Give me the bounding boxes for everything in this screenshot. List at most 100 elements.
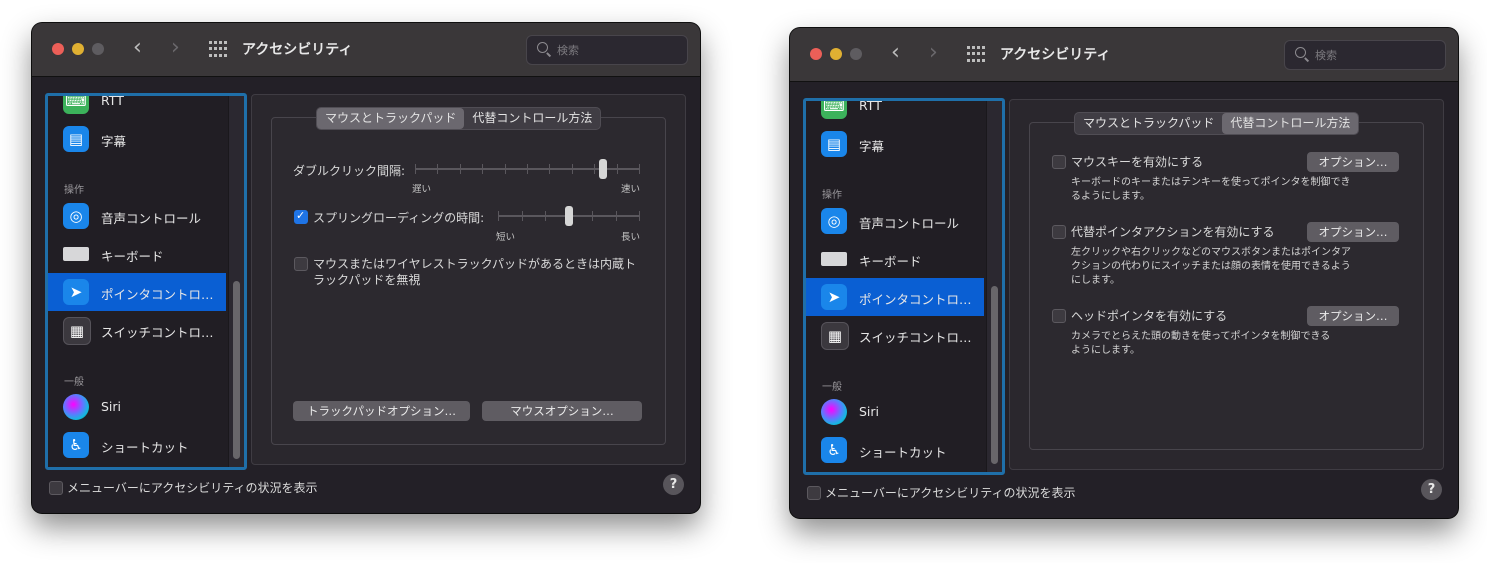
help-button[interactable]: ?	[663, 474, 684, 495]
minimize-window-button[interactable]	[830, 48, 842, 60]
search-placeholder: 検索	[1315, 49, 1337, 62]
mouse-keys-checkbox[interactable]	[1052, 155, 1066, 169]
spring-loading-slider-knob[interactable]	[565, 206, 573, 226]
sidebar-item-pointer-control[interactable]: ➤ ポインタコントロ…	[48, 273, 226, 311]
search-field[interactable]: 検索	[1284, 40, 1446, 70]
slider-tick	[415, 164, 416, 174]
sidebar-scrollbar[interactable]	[228, 96, 244, 467]
double-click-label: ダブルクリック間隔:	[293, 164, 406, 178]
alt-pointer-desc-line1: 左クリックや右クリックなどのマウスボタンまたはポインタア	[1071, 247, 1351, 258]
sidebar-item-pointer-control[interactable]: ➤ ポインタコントロ…	[806, 278, 984, 316]
slider-tick	[639, 211, 640, 221]
slider-tick	[545, 211, 546, 221]
sidebar-item-siri[interactable]: Siri	[48, 388, 226, 426]
double-click-slider[interactable]	[415, 159, 640, 179]
pointer-control-icon: ➤	[63, 279, 89, 305]
sidebar-item-voice-control[interactable]: ◎ 音声コントロール	[806, 202, 984, 240]
slider-tick	[527, 164, 528, 174]
mouse-options-button[interactable]: マウスオプション…	[482, 401, 642, 421]
sidebar-item-keyboard[interactable]: キーボード	[48, 235, 226, 273]
tab-selector: マウスとトラックパッド 代替コントロール方法	[1074, 112, 1360, 135]
alt-pointer-options-button[interactable]: オプション…	[1307, 222, 1399, 242]
double-click-fast-label: 速い	[621, 184, 641, 195]
captions-icon: ▤	[821, 131, 847, 157]
sidebar-item-shortcut[interactable]: ♿ ショートカット	[48, 426, 226, 464]
sidebar-item-captions[interactable]: ▤ 字幕	[48, 120, 226, 158]
sidebar-item-label: スイッチコントロ…	[859, 330, 972, 345]
trackpad-options-button[interactable]: トラックパッドオプション…	[293, 401, 470, 421]
zoom-window-button[interactable]	[850, 48, 862, 60]
slider-tick	[617, 164, 618, 174]
sidebar-item-keyboard[interactable]: キーボード	[806, 240, 984, 278]
window-title: アクセシビリティ	[1000, 47, 1111, 63]
head-pointer-desc-line1: カメラでとらえた頭の動きを使ってポインタを制御できる	[1071, 331, 1331, 342]
sidebar-scrollbar[interactable]	[986, 101, 1002, 472]
sidebar-item-label: ショートカット	[101, 440, 189, 455]
sidebar-item-switch-control[interactable]: ▦ スイッチコントロ…	[48, 311, 226, 349]
sidebar-item-captions[interactable]: ▤ 字幕	[806, 125, 984, 163]
show-all-grid-icon[interactable]	[967, 46, 985, 63]
search-icon	[537, 42, 548, 53]
zoom-window-button[interactable]	[92, 43, 104, 55]
slider-tick	[592, 211, 593, 221]
preferences-window-alt-control-tab: ‹ › アクセシビリティ 検索 ⌨ RTT ▤ 字幕 操作 ◎ 音声コントロール…	[790, 28, 1458, 518]
tab-alt-control[interactable]: 代替コントロール方法	[464, 108, 600, 129]
forward-arrow-icon[interactable]: ›	[929, 42, 938, 64]
tab-mouse-trackpad[interactable]: マウスとトラックパッド	[317, 108, 465, 129]
slider-tick	[437, 164, 438, 174]
show-all-grid-icon[interactable]	[209, 41, 227, 58]
sidebar-item-label: ポインタコントロ…	[859, 292, 972, 307]
sidebar-item-voice-control[interactable]: ◎ 音声コントロール	[48, 197, 226, 235]
sidebar-item-siri[interactable]: Siri	[806, 393, 984, 431]
slider-tick	[594, 164, 595, 174]
mouse-keys-options-button[interactable]: オプション…	[1307, 152, 1399, 172]
alt-pointer-desc-line2: クションの代わりにスイッチまたは顔の表情を使用できるよう	[1071, 261, 1351, 272]
slider-tick	[522, 211, 523, 221]
back-arrow-icon[interactable]: ‹	[133, 37, 142, 59]
preferences-window-mouse-tab: ‹ › アクセシビリティ 検索 ⌨ RTT ▤ 字幕 操作 ◎ 音声コントロール…	[32, 23, 700, 513]
sidebar-item-rtt[interactable]: ⌨ RTT	[48, 96, 226, 120]
settings-pane: マウスとトラックパッド 代替コントロール方法 マウスキーを有効にする オプション…	[1009, 99, 1444, 470]
search-icon	[1295, 47, 1306, 58]
slider-tick	[460, 164, 461, 174]
forward-arrow-icon[interactable]: ›	[171, 37, 180, 59]
slider-tick	[498, 211, 499, 221]
sidebar-item-shortcut[interactable]: ♿ ショートカット	[806, 431, 984, 469]
section-heading-operation: 操作	[822, 190, 842, 201]
pointer-control-icon: ➤	[821, 284, 847, 310]
spring-loading-slider[interactable]	[498, 206, 640, 226]
show-status-checkbox[interactable]	[807, 486, 821, 500]
mouse-keys-desc-line2: るようにします。	[1071, 191, 1150, 202]
minimize-window-button[interactable]	[72, 43, 84, 55]
mouse-keys-desc-line1: キーボードのキーまたはテンキーを使ってポインタを制御でき	[1071, 177, 1351, 188]
sidebar-list[interactable]: ⌨ RTT ▤ 字幕 操作 ◎ 音声コントロール キーボード ➤ ポインタコント…	[45, 93, 247, 470]
sidebar-item-switch-control[interactable]: ▦ スイッチコントロ…	[806, 316, 984, 354]
head-pointer-checkbox[interactable]	[1052, 309, 1066, 323]
captions-icon: ▤	[63, 126, 89, 152]
tab-mouse-trackpad[interactable]: マウスとトラックパッド	[1075, 113, 1222, 134]
sidebar-item-label: ポインタコントロ…	[101, 287, 214, 302]
scrollbar-thumb[interactable]	[991, 286, 998, 464]
scrollbar-thumb[interactable]	[233, 281, 240, 459]
mouse-keys-label: マウスキーを有効にする	[1071, 155, 1204, 169]
alt-pointer-checkbox[interactable]	[1052, 225, 1066, 239]
tab-alt-control[interactable]: 代替コントロール方法	[1222, 113, 1359, 134]
close-window-button[interactable]	[52, 43, 64, 55]
double-click-slider-knob[interactable]	[599, 159, 607, 179]
sidebar-item-label: 音声コントロール	[859, 216, 960, 231]
help-button[interactable]: ?	[1421, 479, 1442, 500]
search-placeholder: 検索	[557, 44, 579, 57]
sidebar-item-rtt[interactable]: ⌨ RTT	[806, 101, 984, 125]
shortcut-icon: ♿	[821, 437, 847, 463]
search-field[interactable]: 検索	[526, 35, 688, 65]
show-status-label: メニューバーにアクセシビリティの状況を表示	[825, 486, 1076, 500]
double-click-slow-label: 遅い	[412, 184, 432, 195]
show-status-checkbox[interactable]	[49, 481, 63, 495]
ignore-trackpad-checkbox[interactable]	[294, 257, 308, 271]
sidebar-list[interactable]: ⌨ RTT ▤ 字幕 操作 ◎ 音声コントロール キーボード ➤ ポインタコント…	[803, 98, 1005, 475]
back-arrow-icon[interactable]: ‹	[891, 42, 900, 64]
spring-loading-checkbox[interactable]	[294, 209, 308, 224]
close-window-button[interactable]	[810, 48, 822, 60]
head-pointer-options-button[interactable]: オプション…	[1307, 306, 1399, 326]
section-heading-general: 一般	[64, 377, 84, 388]
